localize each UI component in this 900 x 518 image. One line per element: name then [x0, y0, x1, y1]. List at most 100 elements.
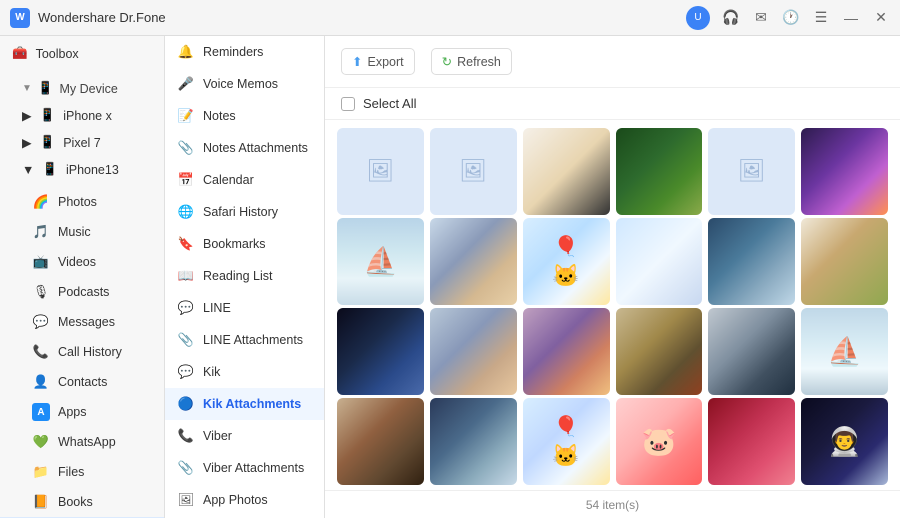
sidebar-photos-label: Photos — [58, 195, 97, 209]
videos-icon: 📺 — [32, 253, 50, 271]
notes-icon: 📝 — [177, 107, 195, 125]
photo-cell-19[interactable] — [337, 398, 424, 485]
refresh-button[interactable]: ↻ Refresh — [431, 48, 512, 75]
window-controls: U 🎧 ✉ 🕐 ☰ — ✕ — [686, 6, 890, 30]
sidebar-item-videos[interactable]: 📺 Videos — [0, 247, 164, 277]
photo-cell-1[interactable]: 🖼 — [337, 128, 424, 215]
photo-cell-17[interactable] — [708, 308, 795, 395]
menu-reminders-label: Reminders — [203, 45, 263, 59]
sidebar-item-pixel-7[interactable]: ▶ 📱 Pixel 7 — [0, 129, 164, 156]
sidebar-item-photos[interactable]: 🌈 Photos — [0, 187, 164, 217]
sidebar-apps-label: Apps — [58, 405, 87, 419]
app-title: Wondershare Dr.Fone — [38, 10, 678, 25]
sidebar-item-messages[interactable]: 💬 Messages — [0, 307, 164, 337]
menu-bookmarks-label: Bookmarks — [203, 237, 266, 251]
iphone-icon: 📱 — [40, 108, 56, 123]
menu-item-calendar[interactable]: 📅 Calendar — [165, 164, 324, 196]
safari-history-icon: 🌐 — [177, 203, 195, 221]
menu-item-safari-history[interactable]: 🌐 Safari History — [165, 196, 324, 228]
select-all-checkbox[interactable] — [341, 97, 355, 111]
sidebar-item-music[interactable]: 🎵 Music — [0, 217, 164, 247]
menu-item-bookmarks[interactable]: 🔖 Bookmarks — [165, 228, 324, 260]
sidebar-iphone-x-label: iPhone x — [63, 109, 112, 123]
select-all-row: Select All — [325, 88, 900, 120]
menu-line-label: LINE — [203, 301, 231, 315]
sidebar-item-whatsapp[interactable]: 💚 WhatsApp — [0, 427, 164, 457]
menu-item-notes-attachments[interactable]: 📎 Notes Attachments — [165, 132, 324, 164]
sidebar-podcasts-label: Podcasts — [58, 285, 109, 299]
menu-item-reminders[interactable]: 🔔 Reminders — [165, 36, 324, 68]
placeholder-icon: 🖼 — [366, 158, 394, 184]
menu-kik-label: Kik — [203, 365, 220, 379]
photo-cell-24[interactable]: 👨‍🚀 — [801, 398, 888, 485]
photo-cell-15[interactable] — [523, 308, 610, 395]
placeholder-icon: 🖼 — [738, 158, 766, 184]
photo-cell-16[interactable] — [616, 308, 703, 395]
sidebar-books-label: Books — [58, 495, 93, 509]
photo-cell-20[interactable] — [430, 398, 517, 485]
sidebar-item-toolbox[interactable]: 🧰 Toolbox — [0, 40, 164, 67]
photos-icon: 🌈 — [32, 193, 50, 211]
photo-cell-13[interactable] — [337, 308, 424, 395]
photo-cell-21[interactable]: 🎈 🐱 — [523, 398, 610, 485]
photo-cell-6[interactable] — [801, 128, 888, 215]
photo-cell-10[interactable] — [616, 218, 703, 305]
sidebar-contacts-label: Contacts — [58, 375, 107, 389]
menu-item-reading-list[interactable]: 📖 Reading List — [165, 260, 324, 292]
photo-cell-12[interactable] — [801, 218, 888, 305]
sidebar-item-books[interactable]: 📙 Books — [0, 487, 164, 517]
bookmarks-icon: 🔖 — [177, 235, 195, 253]
photo-cell-5[interactable]: 🖼 — [708, 128, 795, 215]
close-button[interactable]: ✕ — [872, 9, 890, 27]
menu-voice-memos-label: Voice Memos — [203, 77, 278, 91]
viber-icon: 📞 — [177, 427, 195, 445]
menu-item-line-attachments[interactable]: 📎 LINE Attachments — [165, 324, 324, 356]
menu-item-viber[interactable]: 📞 Viber — [165, 420, 324, 452]
menu-panel: 🔔 Reminders 🎤 Voice Memos 📝 Notes 📎 Note… — [165, 36, 325, 518]
menu-icon[interactable]: ☰ — [812, 9, 830, 27]
photo-cell-8[interactable] — [430, 218, 517, 305]
books-icon: 📙 — [32, 493, 50, 511]
photo-cell-14[interactable] — [430, 308, 517, 395]
menu-app-photos-label: App Photos — [203, 493, 268, 507]
menu-item-app-photos[interactable]: 🖼 App Photos — [165, 484, 324, 516]
menu-item-notes[interactable]: 📝 Notes — [165, 100, 324, 132]
photo-cell-7[interactable]: ⛵ — [337, 218, 424, 305]
voice-memos-icon: 🎤 — [177, 75, 195, 93]
minimize-button[interactable]: — — [842, 9, 860, 27]
menu-item-viber-attachments[interactable]: 📎 Viber Attachments — [165, 452, 324, 484]
sidebar-item-call-history[interactable]: 📞 Call History — [0, 337, 164, 367]
photo-cell-9[interactable]: 🎈 🐱 — [523, 218, 610, 305]
photo-cell-11[interactable] — [708, 218, 795, 305]
sidebar-item-contacts[interactable]: 👤 Contacts — [0, 367, 164, 397]
sidebar-my-device-header[interactable]: ▼ 📱 My Device — [0, 75, 164, 102]
menu-item-kik[interactable]: 💬 Kik — [165, 356, 324, 388]
sidebar-item-files[interactable]: 📁 Files — [0, 457, 164, 487]
menu-item-kik-attachments[interactable]: 🔵 Kik Attachments — [165, 388, 324, 420]
menu-item-line[interactable]: 💬 LINE — [165, 292, 324, 324]
titlebar: W Wondershare Dr.Fone U 🎧 ✉ 🕐 ☰ — ✕ — [0, 0, 900, 36]
export-button[interactable]: ⬆ Export — [341, 48, 415, 75]
photo-cell-2[interactable]: 🖼 — [430, 128, 517, 215]
user-avatar[interactable]: U — [686, 6, 710, 30]
headset-icon[interactable]: 🎧 — [722, 9, 740, 27]
sidebar-item-podcasts[interactable]: 🎙 Podcasts — [0, 277, 164, 307]
menu-item-voice-memos[interactable]: 🎤 Voice Memos — [165, 68, 324, 100]
sidebar-item-iphone-x[interactable]: ▶ 📱 iPhone x — [0, 102, 164, 129]
refresh-label: Refresh — [457, 55, 501, 69]
astronaut-icon: 👨‍🚀 — [827, 425, 862, 458]
reading-list-icon: 📖 — [177, 267, 195, 285]
photo-cell-3[interactable] — [523, 128, 610, 215]
app-photos-icon: 🖼 — [177, 491, 195, 509]
photo-cell-22[interactable]: 🐷 — [616, 398, 703, 485]
sidebar-files-label: Files — [58, 465, 84, 479]
photo-cell-18[interactable]: ⛵ — [801, 308, 888, 395]
history-icon[interactable]: 🕐 — [782, 9, 800, 27]
character-icon: 🐱 — [552, 263, 579, 289]
photo-cell-4[interactable] — [616, 128, 703, 215]
sidebar-item-apps[interactable]: A Apps — [0, 397, 164, 427]
photo-cell-23[interactable] — [708, 398, 795, 485]
mail-icon[interactable]: ✉ — [752, 9, 770, 27]
sidebar-item-iphone13[interactable]: ▼ 📱 iPhone13 — [0, 156, 164, 183]
menu-kik-attachments-label: Kik Attachments — [203, 397, 301, 411]
